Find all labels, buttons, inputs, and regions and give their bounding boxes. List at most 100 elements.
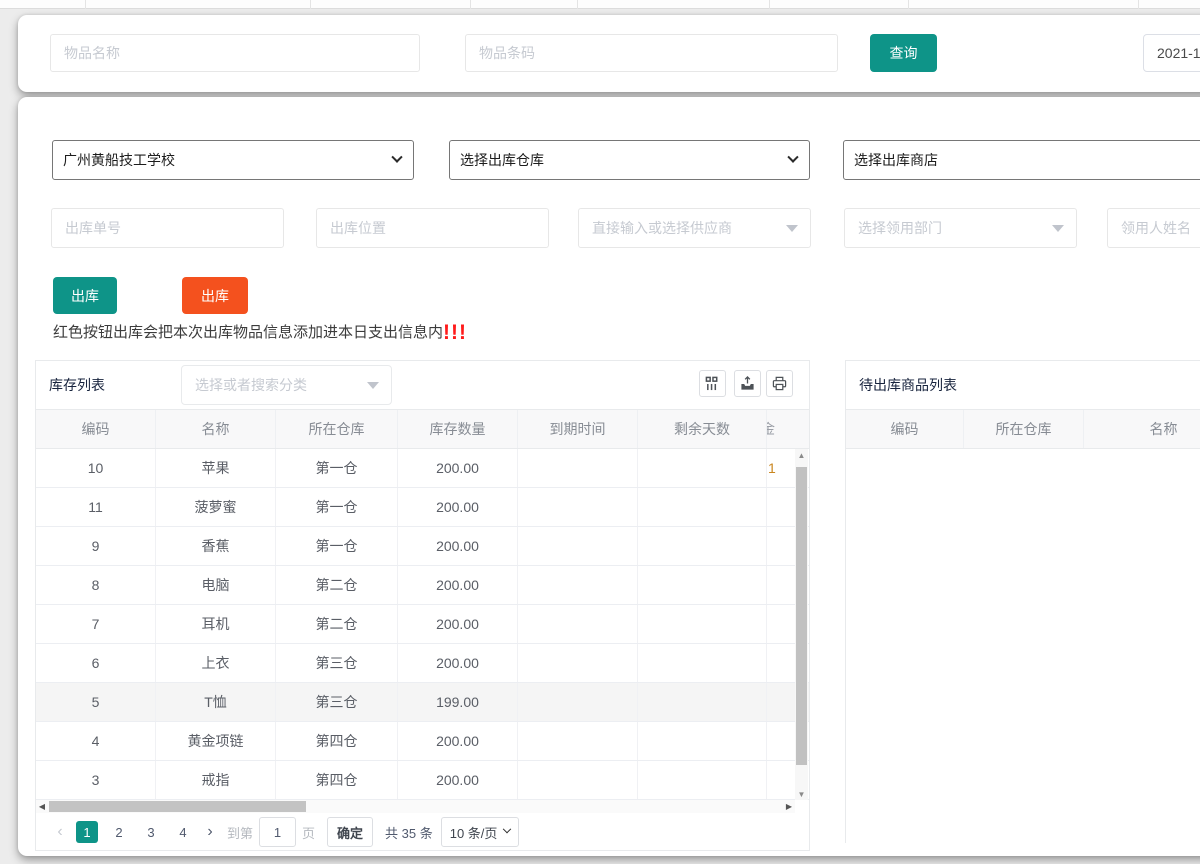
stock-out-button-red[interactable]: 出库: [182, 277, 248, 314]
table-cell: 上衣: [156, 644, 276, 682]
scroll-up-icon[interactable]: ▲: [795, 449, 808, 461]
goto-page-input[interactable]: [259, 817, 296, 847]
scroll-left-icon[interactable]: ◀: [36, 800, 48, 813]
horizontal-scroll-thumb[interactable]: [49, 801, 306, 812]
table-cell: 200.00: [398, 722, 518, 760]
chevron-down-icon: [503, 825, 511, 833]
confirm-button[interactable]: 确定: [327, 817, 373, 847]
warning-text: 红色按钮出库会把本次出库物品信息添加进本日支出信息内: [53, 324, 443, 341]
table-cell: 第一仓: [276, 449, 398, 487]
table-cell: 11: [36, 488, 156, 526]
pending-header-row: 编码所在仓库名称: [846, 409, 1200, 449]
table-row[interactable]: 6上衣第三仓200.00: [36, 644, 809, 683]
stock-out-button-teal[interactable]: 出库: [53, 277, 117, 314]
item-barcode-input[interactable]: [465, 34, 838, 72]
order-no-input[interactable]: [51, 208, 284, 248]
print-icon[interactable]: [766, 370, 793, 397]
department-select[interactable]: 选择领用部门: [844, 208, 1077, 248]
export-icon[interactable]: [734, 370, 761, 397]
table-cell: [638, 566, 767, 604]
vertical-scrollbar[interactable]: ▲ ▼: [795, 449, 808, 800]
date-input[interactable]: 2021-11: [1143, 34, 1200, 72]
table-row[interactable]: 9香蕉第一仓200.00: [36, 527, 809, 566]
main-card: 广州黄船技工学校 选择出库仓库 选择出库商店 直接输入或选择供应商 选择领用部门…: [18, 97, 1200, 856]
page-number-button[interactable]: 3: [140, 821, 162, 843]
warehouse-select[interactable]: 选择出库仓库: [449, 140, 810, 180]
total-count-label: 共 35 条: [385, 823, 433, 842]
page-size-select[interactable]: 10 条/页: [441, 817, 520, 847]
store-select[interactable]: 选择出库商店: [843, 140, 1200, 180]
page-prev-button[interactable]: ‹: [49, 823, 71, 841]
page-next-button[interactable]: ›: [199, 823, 221, 841]
page-numbers: 1234: [71, 821, 199, 843]
vertical-scroll-thumb[interactable]: [796, 467, 807, 765]
page-number-button[interactable]: 1: [76, 821, 98, 843]
page-number-button[interactable]: 4: [172, 821, 194, 843]
inventory-panel: 库存列表 选择或者搜索分类: [35, 360, 810, 851]
table-cell: 9: [36, 527, 156, 565]
inventory-column-header-partial: 金: [767, 410, 775, 448]
page-number-button[interactable]: 2: [108, 821, 130, 843]
table-cell: 10: [36, 449, 156, 487]
table-cell: 4: [36, 722, 156, 760]
inventory-column-header: 剩余天数: [638, 410, 767, 448]
table-cell: [638, 683, 767, 721]
caret-down-icon: [786, 225, 798, 232]
table-cell: 菠萝蜜: [156, 488, 276, 526]
columns-icon[interactable]: [699, 370, 726, 397]
table-cell: [638, 722, 767, 760]
table-cell: [518, 683, 638, 721]
date-value: 2021-11: [1157, 45, 1200, 61]
table-row[interactable]: 8电脑第二仓200.00: [36, 566, 809, 605]
table-cell: 199.00: [398, 683, 518, 721]
warehouse-select-value: 选择出库仓库: [460, 150, 544, 170]
table-cell: [518, 722, 638, 760]
table-cell: [518, 566, 638, 604]
pending-column-header: 名称: [1084, 410, 1200, 448]
table-row[interactable]: 10苹果第一仓200.001: [36, 449, 809, 488]
table-cell: 200.00: [398, 566, 518, 604]
warning-note: 红色按钮出库会把本次出库物品信息添加进本日支出信息内!!!: [53, 319, 467, 343]
table-cell: [638, 761, 767, 799]
table-cell: 7: [36, 605, 156, 643]
table-cell: [518, 488, 638, 526]
scroll-right-icon[interactable]: ▶: [783, 800, 795, 813]
query-button[interactable]: 查询: [870, 34, 937, 72]
warning-exclamations: !!!: [443, 321, 467, 344]
recipient-input[interactable]: [1107, 208, 1200, 248]
supplier-placeholder: 直接输入或选择供应商: [592, 218, 732, 238]
inventory-column-header: 库存数量: [398, 410, 518, 448]
inventory-toolbar: 库存列表 选择或者搜索分类: [36, 361, 809, 409]
table-cell: 耳机: [156, 605, 276, 643]
table-cell: 第二仓: [276, 566, 398, 604]
location-input[interactable]: [316, 208, 549, 248]
table-cell: 200.00: [398, 605, 518, 643]
chevron-down-icon: [787, 152, 798, 163]
table-cell: 6: [36, 644, 156, 682]
scroll-down-icon[interactable]: ▼: [795, 788, 808, 800]
table-cell: 3: [36, 761, 156, 799]
inventory-table-body: 10苹果第一仓200.00111菠萝蜜第一仓200.009香蕉第一仓200.00…: [36, 449, 809, 800]
caret-down-icon: [367, 382, 379, 389]
chevron-down-icon: [391, 152, 402, 163]
table-cell: [518, 761, 638, 799]
category-select[interactable]: 选择或者搜索分类: [181, 365, 392, 405]
item-name-input[interactable]: [50, 34, 420, 72]
table-cell: 第三仓: [276, 683, 398, 721]
pending-title: 待出库商品列表: [859, 361, 957, 409]
table-cell: [518, 605, 638, 643]
table-row[interactable]: 11菠萝蜜第一仓200.00: [36, 488, 809, 527]
table-row[interactable]: 5T恤第三仓199.00: [36, 683, 809, 722]
table-cell: 戒指: [156, 761, 276, 799]
table-cell: 8: [36, 566, 156, 604]
supplier-select[interactable]: 直接输入或选择供应商: [578, 208, 811, 248]
table-row[interactable]: 7耳机第二仓200.00: [36, 605, 809, 644]
table-row[interactable]: 3戒指第四仓200.00: [36, 761, 809, 800]
table-row[interactable]: 4黄金项链第四仓200.00: [36, 722, 809, 761]
table-cell: 200.00: [398, 644, 518, 682]
table-cell: 第三仓: [276, 644, 398, 682]
school-select[interactable]: 广州黄船技工学校: [52, 140, 414, 180]
inventory-title: 库存列表: [49, 361, 105, 409]
horizontal-scrollbar[interactable]: ◀ ▶: [36, 800, 795, 813]
table-cell: [518, 449, 638, 487]
